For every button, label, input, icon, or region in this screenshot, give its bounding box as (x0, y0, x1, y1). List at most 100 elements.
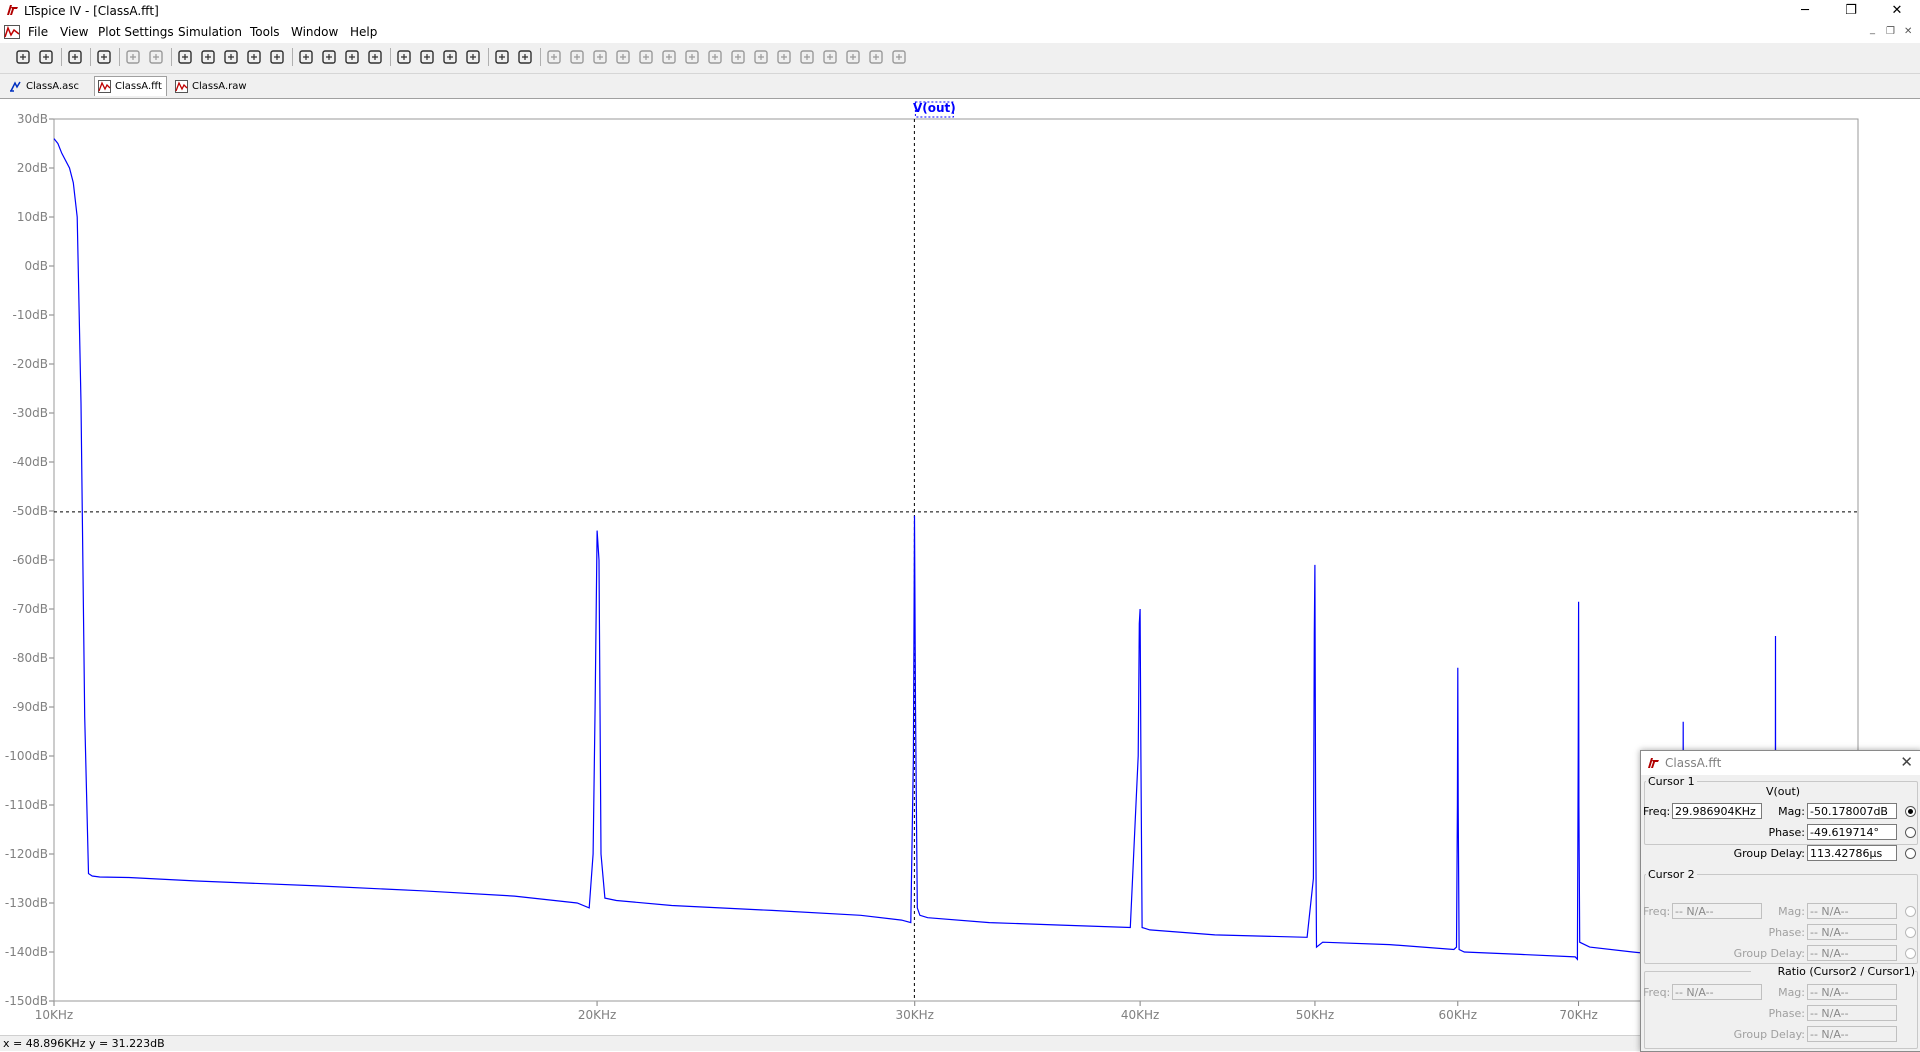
control-panel-icon[interactable] (95, 48, 113, 66)
cursor2-group-delay-label: Group Delay: (1733, 947, 1805, 960)
mdi-minimize-button[interactable]: _ (1870, 24, 1875, 35)
ratio-mag-field[interactable]: -- N/A-- (1807, 984, 1897, 1000)
cascade-icon[interactable] (366, 48, 384, 66)
cursor1-phase-field[interactable]: -49.619714° (1807, 824, 1897, 840)
diode-icon[interactable] (683, 48, 701, 66)
move-icon[interactable] (729, 48, 747, 66)
cut-icon[interactable] (395, 48, 413, 66)
wire-icon[interactable] (545, 48, 563, 66)
cursor2-phase-radio[interactable] (1905, 927, 1916, 938)
print-preview-icon[interactable] (493, 48, 511, 66)
new-schematic-icon[interactable] (14, 48, 32, 66)
zoom-out-icon[interactable] (199, 48, 217, 66)
paste-icon[interactable] (441, 48, 459, 66)
cursor1-mag-field[interactable]: -50.178007dB (1807, 803, 1897, 819)
trace-label[interactable]: V(out) (913, 101, 956, 115)
cursor2-mag-label: Mag: (1778, 905, 1805, 918)
find-icon[interactable] (464, 48, 482, 66)
save-icon[interactable] (66, 48, 84, 66)
tile-horizontal-icon[interactable] (320, 48, 338, 66)
menu-plot-settings[interactable]: Plot Settings (98, 25, 174, 39)
tile-vertical-icon[interactable] (343, 48, 361, 66)
ground-icon[interactable] (568, 48, 586, 66)
mdi-restore-button[interactable]: ❐ (1886, 26, 1895, 37)
drag-icon[interactable] (752, 48, 770, 66)
plot-pane[interactable]: 30dB 20dB 10dB 0dB -10dB -20dB -30dB -40dB -50dB… (0, 99, 1920, 1035)
close-button[interactable]: ✕ (1874, 0, 1920, 22)
menu-file[interactable]: File (28, 25, 48, 39)
halt-icon[interactable] (147, 48, 165, 66)
undo-icon[interactable] (775, 48, 793, 66)
cursor1-group-delay-label: Group Delay: (1733, 847, 1805, 860)
dialog-close-button[interactable]: ✕ (1900, 753, 1913, 771)
zoom-back-icon[interactable] (222, 48, 240, 66)
dialog-title: ClassA.fft (1665, 756, 1722, 770)
cursor2-group-delay-field[interactable]: -- N/A-- (1807, 945, 1897, 961)
text-icon[interactable] (867, 48, 885, 66)
inductor-icon[interactable] (660, 48, 678, 66)
component-icon[interactable] (706, 48, 724, 66)
menu-tools[interactable]: Tools (250, 25, 280, 39)
cursor2-mag-field[interactable]: -- N/A-- (1807, 903, 1897, 919)
label-icon[interactable] (591, 48, 609, 66)
zoom-in-icon[interactable] (176, 48, 194, 66)
trace-v-out[interactable] (53, 138, 1859, 968)
redo-icon[interactable] (798, 48, 816, 66)
menu-simulation[interactable]: Simulation (178, 25, 242, 39)
document-tab-bar: ClassA.asc ClassA.fft ClassA.raw (0, 74, 1920, 99)
copy-icon[interactable] (418, 48, 436, 66)
print-icon[interactable] (516, 48, 534, 66)
y-tick-label: 30dB (17, 112, 48, 126)
fft-plot[interactable]: 30dB 20dB 10dB 0dB -10dB -20dB -30dB -40dB -50dB… (0, 99, 1920, 1035)
run-icon[interactable] (124, 48, 142, 66)
capacitor-icon[interactable] (637, 48, 655, 66)
y-tick-label: -130dB (5, 896, 48, 910)
ratio-phase-field[interactable]: -- N/A-- (1807, 1005, 1897, 1021)
x-tick-label: 10KHz (35, 1008, 73, 1022)
x-tick-label: 20KHz (578, 1008, 616, 1022)
tab-label: ClassA.asc (26, 81, 79, 92)
waveform-doc-icon[interactable] (4, 25, 20, 39)
open-icon[interactable] (37, 48, 55, 66)
spice-directive-icon[interactable] (890, 48, 908, 66)
delete-trace-icon[interactable] (297, 48, 315, 66)
toolbar-separator (292, 48, 293, 66)
menu-help[interactable]: Help (350, 25, 377, 39)
tab-classa-asc[interactable]: ClassA.asc (6, 77, 83, 96)
cursor1-group-delay-field[interactable]: 113.42786µs (1807, 845, 1897, 861)
x-axis: 10KHz 20KHz 30KHz 40KHz 50KHz 60KHz 70KHz (35, 1001, 1598, 1022)
cursor2-group-delay-radio[interactable] (1905, 948, 1916, 959)
cursor2-phase-field[interactable]: -- N/A-- (1807, 924, 1897, 940)
cursor1-group-delay-radio[interactable] (1905, 848, 1916, 859)
ratio-group-delay-label: Group Delay: (1733, 1028, 1805, 1041)
cursor2-mag-radio[interactable] (1905, 906, 1916, 917)
y-tick-label: -70dB (13, 602, 48, 616)
cursor1-phase-radio[interactable] (1905, 827, 1916, 838)
tab-classa-fft[interactable]: ClassA.fft (94, 76, 167, 96)
y-tick-label: -100dB (5, 749, 48, 763)
resistor-icon[interactable] (614, 48, 632, 66)
cursor1-mag-radio[interactable] (1905, 806, 1916, 817)
zoom-fit-icon[interactable] (245, 48, 263, 66)
restore-button[interactable]: ❐ (1828, 0, 1874, 22)
y-tick-label: 20dB (17, 161, 48, 175)
rotate-icon[interactable] (821, 48, 839, 66)
cursor1-group-label: Cursor 1 (1646, 775, 1697, 788)
x-tick-label: 40KHz (1121, 1008, 1159, 1022)
y-tick-label: -110dB (5, 798, 48, 812)
plot-frame (53, 118, 1859, 1002)
mdi-close-button[interactable]: ✕ (1904, 26, 1912, 37)
dialog-title-bar[interactable]: ClassA.fft ✕ (1641, 751, 1920, 775)
ratio-group-delay-field[interactable]: -- N/A-- (1807, 1026, 1897, 1042)
tab-classa-raw[interactable]: ClassA.raw (172, 77, 251, 96)
trace-label-group[interactable]: V(out) (913, 101, 956, 118)
toolbar-separator (90, 48, 91, 66)
cursor-crosshair[interactable] (54, 119, 1858, 1001)
autoscale-icon[interactable] (268, 48, 286, 66)
menu-view[interactable]: View (60, 25, 88, 39)
mirror-icon[interactable] (844, 48, 862, 66)
toolbar-separator (119, 48, 120, 66)
menu-window[interactable]: Window (291, 25, 338, 39)
minimize-button[interactable]: ─ (1782, 0, 1828, 22)
cursor1-phase-label: Phase: (1768, 826, 1805, 839)
